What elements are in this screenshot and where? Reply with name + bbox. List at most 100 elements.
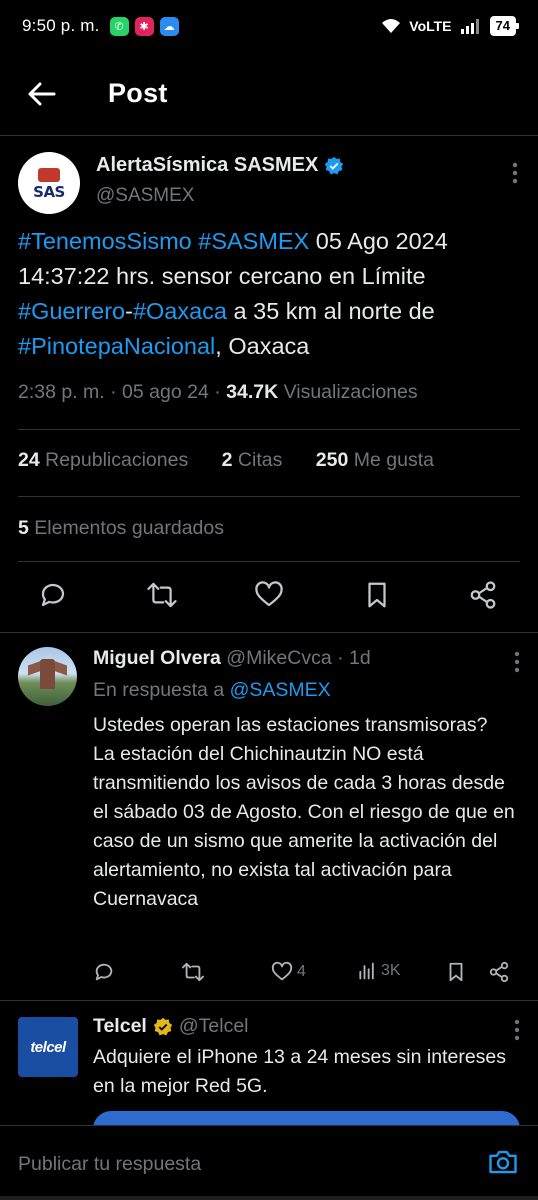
status-right: VoLTE 74 [381, 16, 520, 36]
app-icon: ✱ [134, 16, 154, 36]
share-button[interactable] [488, 961, 510, 983]
avatar[interactable]: SAS [18, 152, 80, 214]
more-vertical-icon [514, 651, 520, 673]
quotes-stat[interactable]: 2 Citas [222, 449, 283, 471]
reply-composer: Publicar tu respuesta [0, 1125, 538, 1200]
reposts-label: Republicaciones [45, 449, 189, 471]
reply-input[interactable]: Publicar tu respuesta [18, 1153, 201, 1176]
views-count[interactable]: 34.7K [226, 381, 278, 403]
reply-author-handle[interactable]: @MikeCvca [226, 647, 331, 669]
whatsapp-icon: ✆ [109, 16, 129, 36]
hashtag-link[interactable]: #Guerrero [18, 298, 125, 324]
reply-header: Miguel Olvera @MikeCvca · 1d [93, 647, 371, 670]
bookmark-button[interactable] [362, 580, 392, 615]
reply-to-handle-link[interactable]: @SASMEX [230, 679, 331, 701]
hashtag-link[interactable]: #TenemosSismo [18, 228, 192, 254]
post-text-segment: , Oaxaca [215, 333, 310, 359]
bookmark-button[interactable] [445, 961, 467, 983]
like-button[interactable]: 4 [271, 961, 306, 983]
seal-icon [38, 167, 60, 182]
promoted-post[interactable]: telcel Telcel @Telcel Adquiere el iPhone… [0, 1000, 538, 1125]
reply-button[interactable] [93, 961, 115, 983]
verified-badge-icon [325, 156, 344, 174]
avatar[interactable] [18, 647, 77, 706]
more-options-button[interactable] [514, 651, 520, 678]
views-button[interactable]: 3K [357, 961, 401, 981]
reply-icon [41, 583, 65, 607]
reply-icon [95, 963, 113, 981]
views-label[interactable]: Visualizaciones [278, 381, 418, 403]
verified-badge-icon [153, 1017, 173, 1035]
reply-author-name[interactable]: Miguel Olvera [93, 647, 221, 669]
author-name[interactable]: AlertaSísmica SASMEX [96, 154, 344, 177]
page-title: Post [108, 78, 168, 108]
post-text-segment: a 35 km al norte de [227, 298, 435, 324]
heart-icon [255, 581, 283, 607]
views-count: 3K [381, 962, 401, 979]
reply-context: En respuesta a @SASMEX [93, 679, 331, 702]
bookmark-icon [449, 962, 463, 982]
repost-icon [147, 582, 177, 608]
more-options-button[interactable] [512, 162, 518, 189]
more-vertical-icon [514, 1019, 520, 1041]
author-handle[interactable]: @SASMEX [96, 185, 194, 207]
hashtag-link[interactable]: #PinotepaNacional [18, 333, 215, 359]
wifi-icon [382, 19, 401, 33]
bookmarks-count: 5 [18, 517, 29, 539]
navigation-bar [0, 1196, 538, 1200]
like-count: 4 [297, 963, 306, 980]
more-options-button[interactable] [514, 1019, 520, 1046]
reply-to-label: En respuesta a [93, 679, 230, 701]
top-app-bar: Post [0, 52, 538, 136]
hashtag-link[interactable]: #Oaxaca [133, 298, 227, 324]
arrow-left-icon [28, 82, 56, 105]
status-time: 9:50 p. m. [22, 16, 100, 35]
share-icon [470, 581, 496, 609]
likes-count: 250 [315, 449, 349, 471]
repost-button[interactable] [181, 961, 205, 983]
reply-action-bar: 4 3K [93, 961, 523, 987]
likes-label: Me gusta [353, 449, 434, 471]
likes-stat[interactable]: 250 Me gusta [316, 449, 434, 471]
more-vertical-icon [512, 162, 518, 184]
network-label: VoLTE [409, 18, 452, 34]
post-action-bar [0, 580, 538, 616]
avatar[interactable]: telcel [18, 1017, 78, 1077]
quotes-label: Citas [237, 449, 283, 471]
back-button[interactable] [0, 82, 84, 106]
hashtag-link[interactable]: #SASMEX [198, 228, 309, 254]
camera-button[interactable] [488, 1148, 518, 1181]
bookmark-icon [368, 582, 386, 608]
reply-time: · 1d [331, 647, 371, 669]
battery-icon: 74 [489, 16, 520, 36]
ad-media-card[interactable] [93, 1111, 520, 1125]
reply-post[interactable]: Miguel Olvera @MikeCvca · 1d En respuest… [0, 632, 538, 1000]
ad-author-handle[interactable]: @Telcel [179, 1015, 249, 1038]
status-app-icons: ✆ ✱ ☁ [109, 16, 179, 36]
divider [18, 561, 520, 562]
post-text: #TenemosSismo #SASMEX 05 Ago 2024 14:37:… [18, 224, 523, 364]
bookmarks-label: Elementos guardados [34, 517, 224, 539]
divider [18, 429, 520, 430]
share-button[interactable] [468, 580, 498, 615]
repost-icon [182, 962, 204, 982]
post-author[interactable]: SAS AlertaSísmica SASMEX @SASMEX [18, 152, 518, 216]
like-button[interactable] [254, 580, 284, 615]
reposts-count: 24 [18, 449, 40, 471]
post-text-segment: - [125, 298, 133, 324]
repost-button[interactable] [146, 580, 178, 615]
analytics-icon [359, 962, 374, 980]
camera-icon [489, 1150, 517, 1174]
ad-author-name[interactable]: Telcel [93, 1015, 147, 1038]
cloud-icon: ☁ [159, 16, 179, 36]
bookmarks-stat[interactable]: 5 Elementos guardados [18, 517, 224, 540]
reply-text: Ustedes operan las estaciones transmisor… [93, 714, 515, 910]
timestamp-text: 2:38 p. m. · 05 ago 24 · [18, 381, 227, 403]
signal-icon [460, 19, 479, 34]
reply-button[interactable] [38, 580, 68, 615]
quotes-count: 2 [221, 449, 233, 471]
heart-icon [271, 961, 293, 981]
author-name-label: AlertaSísmica SASMEX [96, 154, 319, 176]
avatar-logo-text: SAS [33, 182, 65, 201]
reposts-stat[interactable]: 24 Republicaciones [18, 449, 188, 471]
